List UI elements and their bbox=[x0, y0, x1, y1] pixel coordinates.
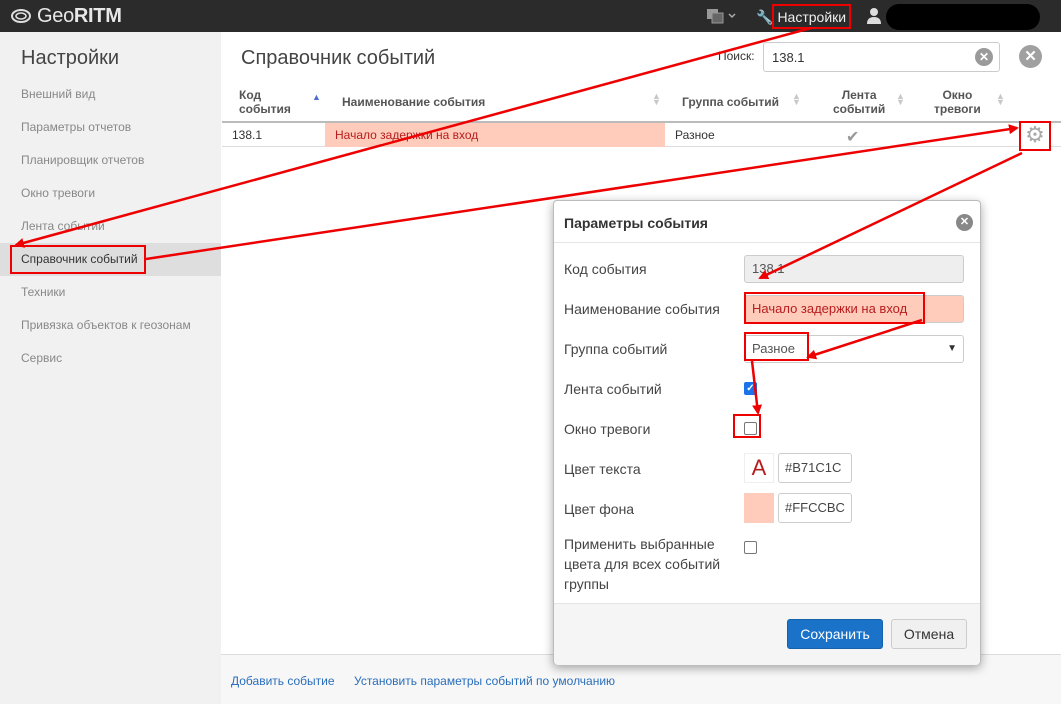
top-bar: Geo RITM 🔧 Настройки bbox=[0, 0, 1061, 32]
bg-color-input[interactable]: #FFCCBC bbox=[778, 493, 852, 523]
apply-all-label-line1: Применить выбранные bbox=[564, 536, 715, 552]
gear-icon[interactable]: ⚙ bbox=[1024, 124, 1046, 146]
search-input[interactable] bbox=[763, 42, 1000, 72]
sidebar-item-service[interactable]: Сервис bbox=[0, 342, 221, 375]
feed-checkbox[interactable]: ✓ bbox=[744, 382, 757, 395]
annotation-box-alarm bbox=[733, 414, 761, 438]
close-settings-icon[interactable]: ✕ bbox=[1019, 45, 1042, 68]
wrench-icon: 🔧 bbox=[756, 8, 774, 25]
name-label: Наименование события bbox=[564, 301, 720, 317]
search-label: Поиск: bbox=[718, 49, 755, 63]
add-event-link[interactable]: Добавить событие bbox=[231, 674, 335, 688]
annotation-box-settings bbox=[772, 4, 851, 29]
cell-name: Начало задержки на вход bbox=[325, 123, 665, 147]
cancel-button[interactable]: Отмена bbox=[891, 619, 967, 649]
clear-search-icon[interactable]: ✕ bbox=[975, 48, 993, 66]
check-icon: ✔ bbox=[846, 129, 860, 146]
bg-color-label: Цвет фона bbox=[564, 501, 635, 517]
apply-all-label-line2: цвета для всех событий bbox=[564, 556, 721, 572]
annotation-box-event-directory bbox=[10, 245, 146, 274]
sidebar-item-report-scheduler[interactable]: Планировщик отчетов bbox=[0, 144, 221, 177]
column-header-code[interactable]: Код события bbox=[239, 88, 291, 116]
code-field: 138.1 bbox=[744, 255, 964, 283]
page-title: Справочник событий bbox=[241, 47, 436, 69]
event-params-dialog: Параметры события ✕ Код события 138.1 На… bbox=[553, 200, 981, 665]
column-header-code-line2: события bbox=[239, 102, 291, 116]
column-header-name[interactable]: Наименование события bbox=[342, 95, 485, 109]
apply-all-checkbox[interactable] bbox=[744, 541, 757, 554]
table-row[interactable]: 138.1 Начало задержки на вход Разное ✔ bbox=[222, 123, 1061, 147]
column-header-feed-line1: Лента bbox=[841, 88, 877, 102]
app-logo[interactable]: Geo RITM bbox=[10, 4, 122, 28]
column-header-alarm-line1: Окно bbox=[942, 88, 973, 102]
sidebar: Настройки Внешний вид Параметры отчетов … bbox=[0, 32, 221, 704]
column-header-feed-line2: событий bbox=[833, 102, 886, 116]
logo-swirl-icon bbox=[11, 9, 31, 23]
column-header-alarm-line2: тревоги bbox=[934, 102, 981, 116]
sort-icon[interactable]: ▲ ▼ bbox=[896, 92, 905, 107]
translate-icon bbox=[707, 9, 736, 24]
sidebar-item-appearance[interactable]: Внешний вид bbox=[0, 78, 221, 111]
column-header-feed[interactable]: Лента событий bbox=[833, 88, 885, 116]
logo-bold: RITM bbox=[73, 4, 122, 27]
text-color-label: Цвет текста bbox=[564, 461, 641, 477]
user-name-redacted bbox=[886, 4, 1040, 30]
sidebar-item-geozone-binding[interactable]: Привязка объектов к геозонам bbox=[0, 309, 221, 342]
bg-color-swatch[interactable] bbox=[744, 493, 774, 523]
dialog-title: Параметры события bbox=[564, 215, 708, 231]
language-menu[interactable] bbox=[706, 8, 736, 26]
sidebar-item-report-params[interactable]: Параметры отчетов bbox=[0, 111, 221, 144]
set-defaults-link[interactable]: Установить параметры событий по умолчани… bbox=[354, 674, 615, 688]
column-header-code-line1: Код bbox=[239, 88, 262, 102]
chevron-down-icon: ▼ bbox=[947, 343, 957, 354]
column-header-alarm[interactable]: Окно тревоги bbox=[934, 88, 981, 116]
sidebar-item-alarm-window[interactable]: Окно тревоги bbox=[0, 177, 221, 210]
sort-icon[interactable]: ▲ ▼ bbox=[652, 92, 661, 107]
logo-prefix: Geo bbox=[37, 4, 74, 27]
cell-group: Разное bbox=[675, 128, 715, 142]
code-label: Код события bbox=[564, 261, 647, 277]
text-color-input[interactable]: #B71C1C bbox=[778, 453, 852, 483]
sidebar-title: Настройки bbox=[21, 47, 120, 69]
sort-icon[interactable]: ▲ ▼ bbox=[792, 92, 801, 107]
column-header-group[interactable]: Группа событий bbox=[682, 95, 779, 109]
sidebar-item-event-feed[interactable]: Лента событий bbox=[0, 210, 221, 243]
close-dialog-icon[interactable]: ✕ bbox=[956, 214, 973, 231]
save-button[interactable]: Сохранить bbox=[787, 619, 883, 649]
sidebar-item-equipment[interactable]: Техники bbox=[0, 276, 221, 309]
cell-code: 138.1 bbox=[232, 128, 263, 142]
user-icon[interactable] bbox=[866, 7, 882, 25]
apply-all-label-line3: группы bbox=[564, 576, 609, 592]
text-color-swatch[interactable]: A bbox=[744, 453, 774, 483]
alarm-label: Окно тревоги bbox=[564, 421, 651, 437]
group-label: Группа событий bbox=[564, 341, 668, 357]
sort-asc-icon[interactable]: ▲ bbox=[312, 93, 321, 102]
apply-all-label: Применить выбранные цвета для всех событ… bbox=[564, 534, 720, 594]
sort-icon[interactable]: ▲ ▼ bbox=[996, 92, 1005, 107]
annotation-box-name bbox=[744, 292, 925, 324]
annotation-box-group bbox=[744, 332, 809, 361]
table-header: Код события ▲ Наименование события ▲ ▼ Гр… bbox=[222, 84, 1061, 123]
dialog-divider bbox=[554, 242, 980, 243]
feed-label: Лента событий bbox=[564, 381, 662, 397]
